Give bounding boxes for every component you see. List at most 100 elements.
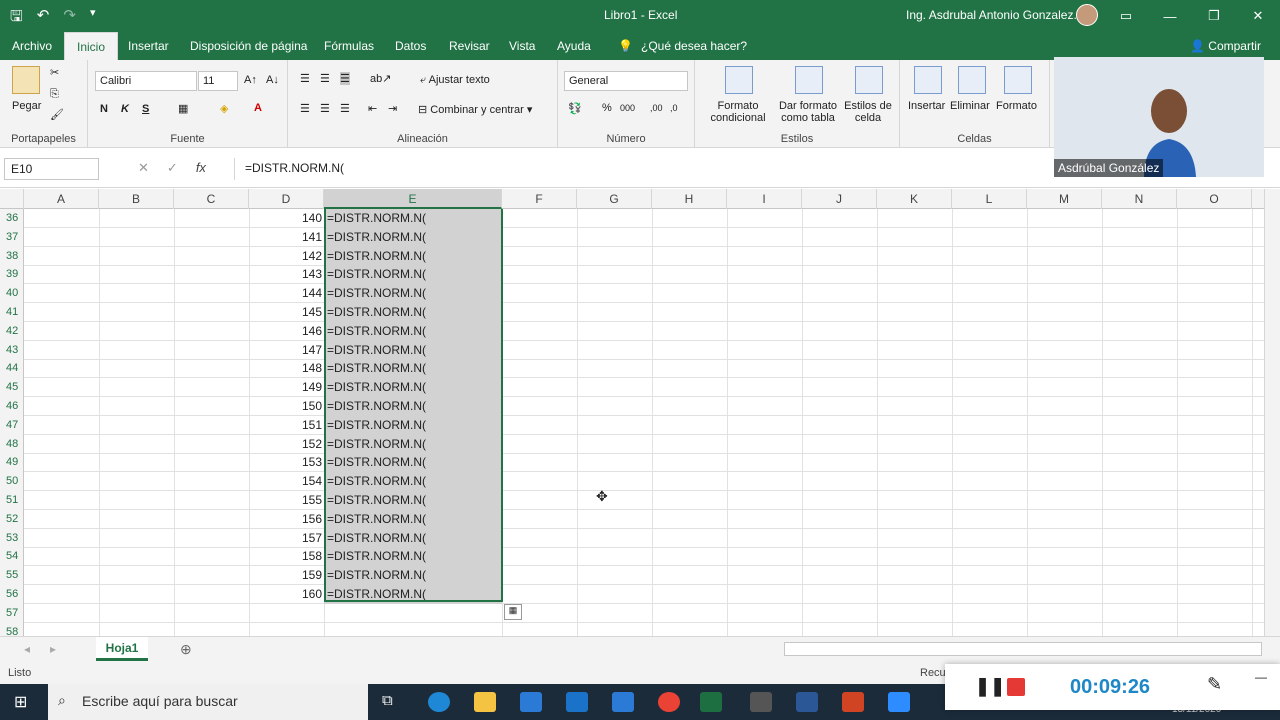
table-row[interactable]: 48 152 =DISTR.NORM.N( [0, 434, 1264, 454]
fill-color-icon[interactable]: ◈ [220, 102, 228, 115]
close-icon[interactable]: ✕ [1236, 0, 1280, 32]
tell-me-search[interactable]: ¿Qué desea hacer? [641, 39, 747, 53]
increase-decimal-icon[interactable]: ,00 [650, 103, 663, 113]
align-center-icon[interactable]: ☰ [320, 102, 330, 115]
stop-icon[interactable] [1007, 678, 1025, 696]
column-header[interactable]: I [727, 189, 802, 209]
cell-d[interactable]: 158 [249, 547, 324, 566]
cell-d[interactable]: 155 [249, 491, 324, 510]
row-header[interactable]: 43 [0, 340, 24, 360]
cell-d[interactable]: 160 [249, 585, 324, 604]
cell-grid[interactable]: 36 140 =DISTR.NORM.N(37 141 =DISTR.NORM.N(38… [0, 209, 1264, 636]
enter-icon[interactable]: ✓ [167, 160, 178, 176]
table-row[interactable]: 54 158 =DISTR.NORM.N( [0, 547, 1264, 567]
column-header[interactable]: B [99, 189, 174, 209]
insert-function-icon[interactable]: fx [196, 160, 206, 176]
windows-start-icon[interactable]: ⊞ [14, 692, 27, 712]
row-header[interactable]: 37 [0, 227, 24, 247]
column-header[interactable]: K [877, 189, 952, 209]
horizontal-scrollbar[interactable] [784, 642, 1262, 656]
cut-icon[interactable]: ✂ [50, 66, 59, 79]
ribbon-display-icon[interactable]: ▭ [1104, 0, 1148, 32]
chrome-icon[interactable] [658, 692, 680, 712]
column-header[interactable]: D [249, 189, 324, 209]
insert-cells-button[interactable]: Insertar [908, 100, 945, 112]
comma-style-icon[interactable]: 000 [620, 103, 635, 113]
font-color-icon[interactable]: A [254, 102, 262, 114]
paste-button[interactable]: Pegar [12, 100, 41, 112]
align-left-icon[interactable]: ☰ [300, 102, 310, 115]
align-bottom-icon[interactable]: ☰ [340, 72, 350, 85]
table-row[interactable]: 56 160 =DISTR.NORM.N( [0, 585, 1264, 604]
table-row[interactable]: 51 155 =DISTR.NORM.N( [0, 491, 1264, 510]
table-row[interactable]: 36 140 =DISTR.NORM.N( [0, 209, 1264, 228]
column-header[interactable]: O [1177, 189, 1252, 209]
align-right-icon[interactable]: ☰ [340, 102, 350, 115]
column-header[interactable]: L [952, 189, 1027, 209]
column-header[interactable]: E [324, 189, 502, 209]
cell-d[interactable]: 156 [249, 510, 324, 529]
sheet-tab-hoja1[interactable]: Hoja1 [96, 637, 148, 661]
tab-datos[interactable]: Datos [395, 39, 426, 53]
table-row[interactable]: 44 148 =DISTR.NORM.N( [0, 359, 1264, 379]
table-row[interactable]: 40 144 =DISTR.NORM.N( [0, 284, 1264, 304]
cell-d[interactable]: 143 [249, 265, 324, 284]
row-header[interactable]: 50 [0, 472, 24, 492]
grow-font-icon[interactable]: A↑ [244, 74, 257, 86]
row-header[interactable]: 53 [0, 528, 24, 548]
next-sheet-icon[interactable]: ▸ [50, 642, 56, 656]
shrink-font-icon[interactable]: A↓ [266, 74, 279, 86]
cell-d[interactable]: 150 [249, 397, 324, 416]
table-row[interactable]: 49 153 =DISTR.NORM.N( [0, 453, 1264, 473]
row-header[interactable]: 52 [0, 509, 24, 529]
edge-icon[interactable] [428, 692, 450, 712]
file-explorer-icon[interactable] [474, 692, 496, 712]
cell-d[interactable]: 153 [249, 453, 324, 472]
row-header[interactable]: 56 [0, 585, 24, 604]
table-row[interactable]: 43 147 =DISTR.NORM.N( [0, 340, 1264, 360]
minimize-recorder-icon[interactable]: — [1255, 670, 1267, 684]
minimize-icon[interactable]: — [1148, 0, 1192, 32]
align-middle-icon[interactable]: ☰ [320, 72, 330, 85]
user-name[interactable]: Ing. Asdrubal Antonio Gonzalez. [906, 8, 1077, 22]
cell-d[interactable]: 157 [249, 529, 324, 548]
tab-inicio[interactable]: Inicio [64, 32, 119, 60]
word-icon[interactable] [796, 692, 818, 712]
conditional-format-button[interactable]: Formato condicional [703, 100, 773, 124]
percent-icon[interactable]: % [602, 102, 612, 114]
increase-indent-icon[interactable]: ⇥ [388, 102, 397, 115]
table-row[interactable]: 52 156 =DISTR.NORM.N( [0, 509, 1264, 529]
vertical-scrollbar[interactable] [1264, 189, 1280, 636]
cell-d[interactable]: 145 [249, 303, 324, 322]
pen-icon[interactable]: ✎ [1207, 674, 1222, 695]
table-row[interactable]: 58 [0, 622, 1264, 636]
row-header[interactable]: 47 [0, 415, 24, 435]
decrease-indent-icon[interactable]: ⇤ [368, 102, 377, 115]
align-top-icon[interactable]: ☰ [300, 72, 310, 85]
tab-disposicion[interactable]: Disposición de página [190, 39, 307, 53]
row-header[interactable]: 51 [0, 491, 24, 510]
cell-d[interactable]: 144 [249, 284, 324, 303]
row-header[interactable]: 40 [0, 284, 24, 304]
table-row[interactable]: 37 141 =DISTR.NORM.N( [0, 227, 1264, 247]
table-row[interactable]: 39 143 =DISTR.NORM.N( [0, 265, 1264, 285]
row-header[interactable]: 39 [0, 265, 24, 285]
table-row[interactable]: 42 146 =DISTR.NORM.N( [0, 321, 1264, 341]
cell-d[interactable]: 142 [249, 247, 324, 266]
cancel-icon[interactable]: ✕ [138, 160, 149, 176]
paste-icon[interactable] [12, 66, 40, 94]
column-header[interactable]: G [577, 189, 652, 209]
column-header[interactable]: M [1027, 189, 1102, 209]
cell-d[interactable]: 154 [249, 472, 324, 491]
column-header[interactable]: N [1102, 189, 1177, 209]
format-painter-icon[interactable]: 🖌 [50, 108, 64, 121]
row-header[interactable]: 48 [0, 434, 24, 454]
bold-button[interactable]: N [100, 103, 108, 115]
accounting-icon[interactable]: 💱 [568, 102, 582, 115]
table-row[interactable]: 46 150 =DISTR.NORM.N( [0, 397, 1264, 416]
row-header[interactable]: 49 [0, 453, 24, 473]
table-row[interactable]: 57 [0, 603, 1264, 623]
format-as-table-button[interactable]: Dar formato como tabla [773, 100, 843, 124]
table-row[interactable]: 47 151 =DISTR.NORM.N( [0, 415, 1264, 435]
zoom-icon[interactable] [888, 692, 910, 712]
